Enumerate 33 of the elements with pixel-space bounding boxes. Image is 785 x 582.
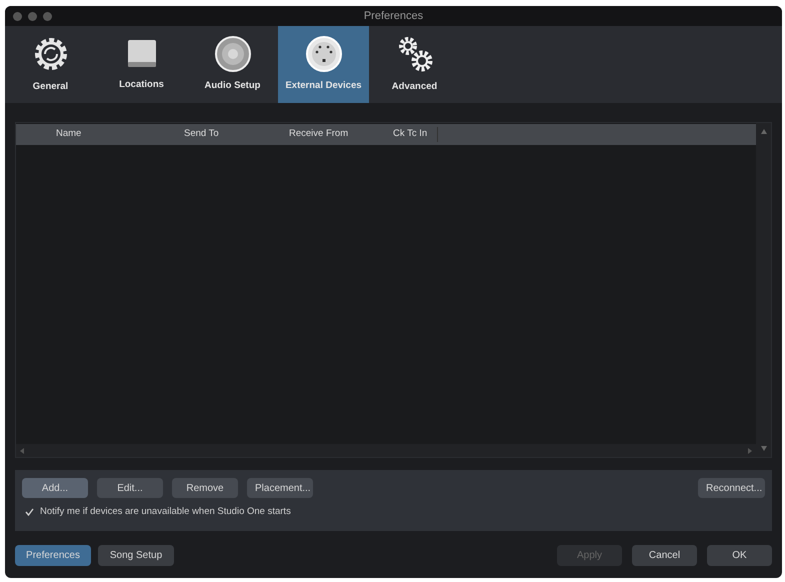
toolbar-tab[interactable]: Locations — [96, 26, 187, 103]
toolbar-tab[interactable]: General — [5, 26, 96, 103]
column-header[interactable]: Ck Tc In — [388, 127, 438, 142]
column-header[interactable]: Receive From — [284, 127, 388, 142]
close-button[interactable] — [13, 12, 22, 20]
check-icon — [24, 508, 34, 516]
footer-tab[interactable]: Song Setup — [98, 545, 174, 566]
device-button[interactable]: Remove — [172, 478, 238, 498]
scroll-down-icon[interactable] — [760, 446, 766, 451]
dialog-button[interactable]: OK — [707, 545, 772, 566]
speaker-icon — [214, 35, 252, 74]
minimize-button[interactable] — [28, 12, 37, 20]
toolbar-tab[interactable]: External Devices — [278, 26, 369, 103]
scroll-up-icon[interactable] — [760, 129, 766, 134]
toolbar-tab[interactable]: Advanced — [369, 26, 460, 103]
reconnect-button[interactable]: Reconnect... — [698, 478, 765, 498]
horizontal-scrollbar[interactable] — [16, 444, 756, 457]
window-title: Preferences — [364, 8, 424, 24]
column-header[interactable]: Send To — [179, 127, 284, 142]
device-button[interactable]: Add... — [22, 478, 88, 498]
dialog-button[interactable]: Cancel — [632, 545, 697, 566]
device-button[interactable]: Edit... — [97, 478, 163, 498]
checkbox-label: Notify me if devices are unavailable when Studio One starts — [40, 505, 291, 519]
footer-tab[interactable]: Preferences — [15, 545, 91, 566]
device-button[interactable]: Placement... — [247, 478, 313, 498]
scroll-right-icon[interactable] — [747, 448, 752, 454]
column-header[interactable]: Name — [51, 127, 179, 142]
checkbox[interactable] — [24, 507, 34, 518]
scroll-left-icon[interactable] — [20, 448, 25, 454]
midi-connector-icon — [304, 35, 342, 74]
toolbar-tab[interactable]: Audio Setup — [187, 26, 278, 103]
vertical-scrollbar[interactable] — [756, 123, 771, 457]
zoom-button[interactable] — [43, 12, 52, 20]
